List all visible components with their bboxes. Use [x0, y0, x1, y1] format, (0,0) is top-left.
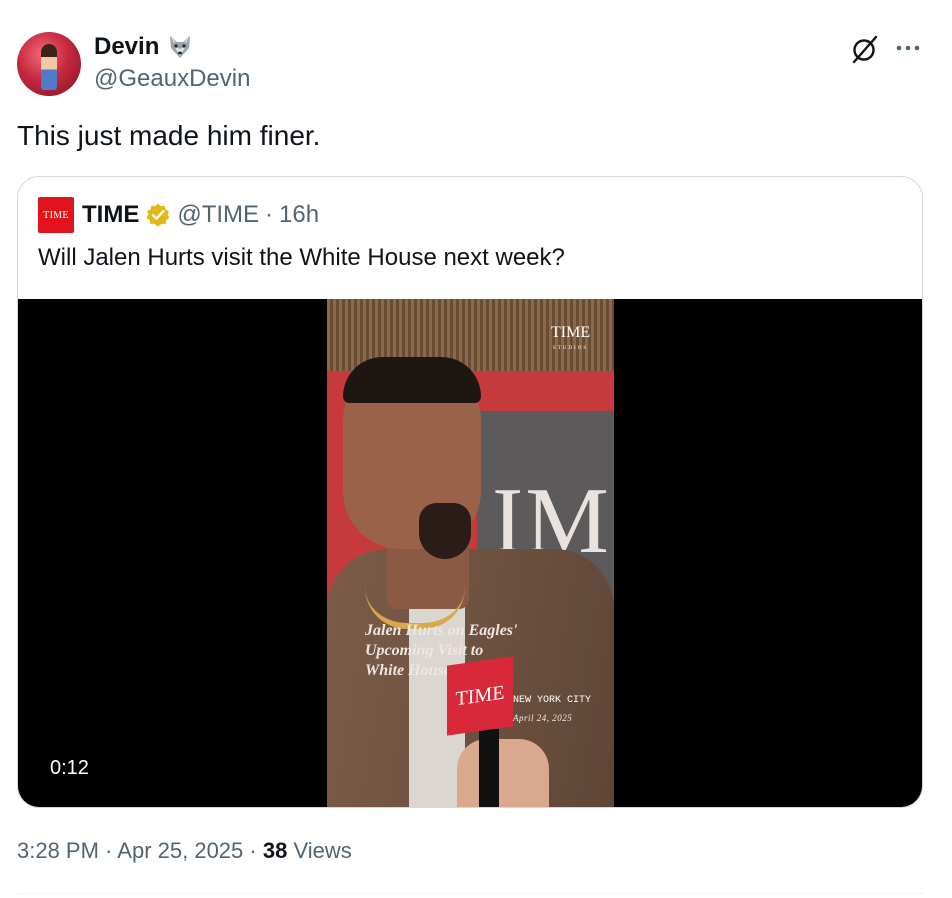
video-player[interactable]: IM TIME STUDIOS Jalen Hurts on Eagles' U… — [18, 299, 922, 807]
time-studios-watermark: TIME STUDIOS — [551, 325, 590, 357]
studio-subtitle: STUDIOS — [552, 346, 589, 351]
avatar[interactable] — [17, 32, 81, 96]
quoted-author-name[interactable]: TIME — [82, 201, 139, 229]
views-count[interactable]: 38 — [263, 838, 287, 863]
video-duration: 0:12 — [50, 757, 89, 779]
wolf-icon — [170, 36, 191, 58]
avatar-figure — [41, 44, 57, 90]
grok-icon[interactable] — [849, 33, 881, 65]
beard — [419, 503, 471, 559]
video-location: NEW YORK CITY — [513, 695, 592, 706]
time-logo[interactable]: TIME — [38, 197, 74, 233]
quoted-tweet-header: TIME @TIME · 16h — [82, 201, 319, 229]
studio-title: TIME — [551, 324, 591, 341]
tweet-text: This just made him finer. — [17, 120, 321, 151]
interviewer-hand — [457, 739, 549, 807]
tweet-date[interactable]: Apr 25, 2025 — [117, 838, 243, 863]
quoted-author-handle[interactable]: @TIME — [177, 201, 259, 229]
quoted-tweet-card[interactable]: TIME TIME @TIME · 16h Will Jalen Hurts v… — [17, 176, 923, 808]
quoted-tweet-text: Will Jalen Hurts visit the White House n… — [38, 244, 565, 271]
divider — [17, 893, 923, 894]
separator-dot: · — [265, 201, 274, 228]
tweet-time[interactable]: 3:28 PM — [17, 838, 99, 863]
microphone-flag: TIME — [447, 656, 513, 736]
author-display-name[interactable]: Devin — [94, 33, 159, 61]
quoted-tweet-age[interactable]: 16h — [279, 201, 319, 229]
microphone-handle — [479, 729, 499, 807]
tweet-meta: 3:28 PM · Apr 25, 2025 · 38 Views — [17, 836, 352, 866]
video-frame[interactable]: IM TIME STUDIOS Jalen Hurts on Eagles' U… — [327, 299, 614, 807]
views-label[interactable]: Views — [293, 838, 351, 863]
hair — [343, 357, 481, 403]
meta-separator: · — [249, 838, 257, 863]
author-name-row[interactable]: Devin — [94, 33, 193, 61]
author-handle[interactable]: @GeauxDevin — [94, 65, 250, 93]
verified-badge-icon[interactable] — [145, 202, 171, 228]
video-date: April 24, 2025 — [513, 713, 573, 723]
meta-separator: · — [105, 838, 113, 863]
more-icon[interactable] — [893, 33, 923, 63]
